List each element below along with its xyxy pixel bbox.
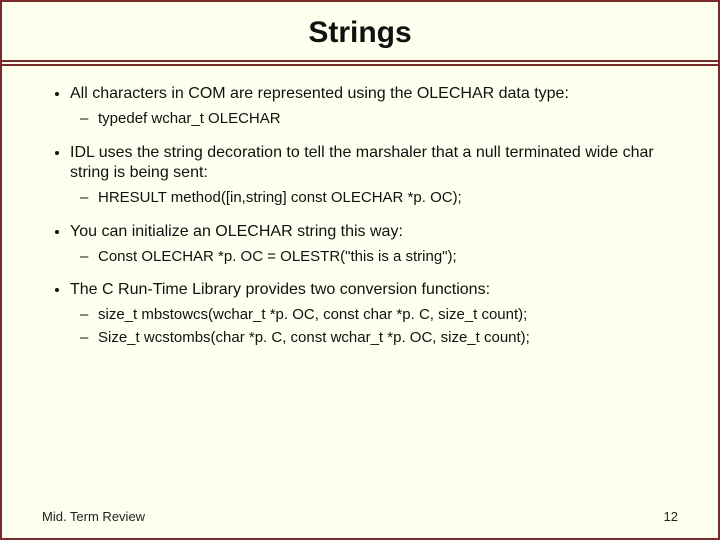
slide-title: Strings [2,16,718,50]
bullet-text: All characters in COM are represented us… [70,85,569,102]
sub-item: typedef wchar_t OLECHAR [98,110,678,129]
sub-item: Size_t wcstombs(char *p. C, const wchar_… [98,329,678,348]
sub-list: Const OLECHAR *p. OC = OLESTR("this is a… [70,248,678,267]
sub-item: Const OLECHAR *p. OC = OLESTR("this is a… [98,248,678,267]
sub-item: HRESULT method([in,string] const OLECHAR… [98,189,678,208]
footer: Mid. Term Review 12 [42,509,678,524]
sub-item: size_t mbstowcs(wchar_t *p. OC, const ch… [98,306,678,325]
sub-list: HRESULT method([in,string] const OLECHAR… [70,189,678,208]
bullet-text: IDL uses the string decoration to tell t… [70,144,654,181]
bullet-text: The C Run-Time Library provides two conv… [70,281,490,298]
list-item: You can initialize an OLECHAR string thi… [70,222,678,267]
slide-body: All characters in COM are represented us… [2,66,718,348]
sub-list: size_t mbstowcs(wchar_t *p. OC, const ch… [70,306,678,348]
slide: Strings All characters in COM are repres… [0,0,720,540]
bullet-list: All characters in COM are represented us… [42,84,678,348]
bullet-text: You can initialize an OLECHAR string thi… [70,223,403,240]
list-item: All characters in COM are represented us… [70,84,678,129]
footer-left: Mid. Term Review [42,509,145,524]
sub-list: typedef wchar_t OLECHAR [70,110,678,129]
list-item: The C Run-Time Library provides two conv… [70,280,678,348]
list-item: IDL uses the string decoration to tell t… [70,143,678,208]
page-number: 12 [664,509,678,524]
